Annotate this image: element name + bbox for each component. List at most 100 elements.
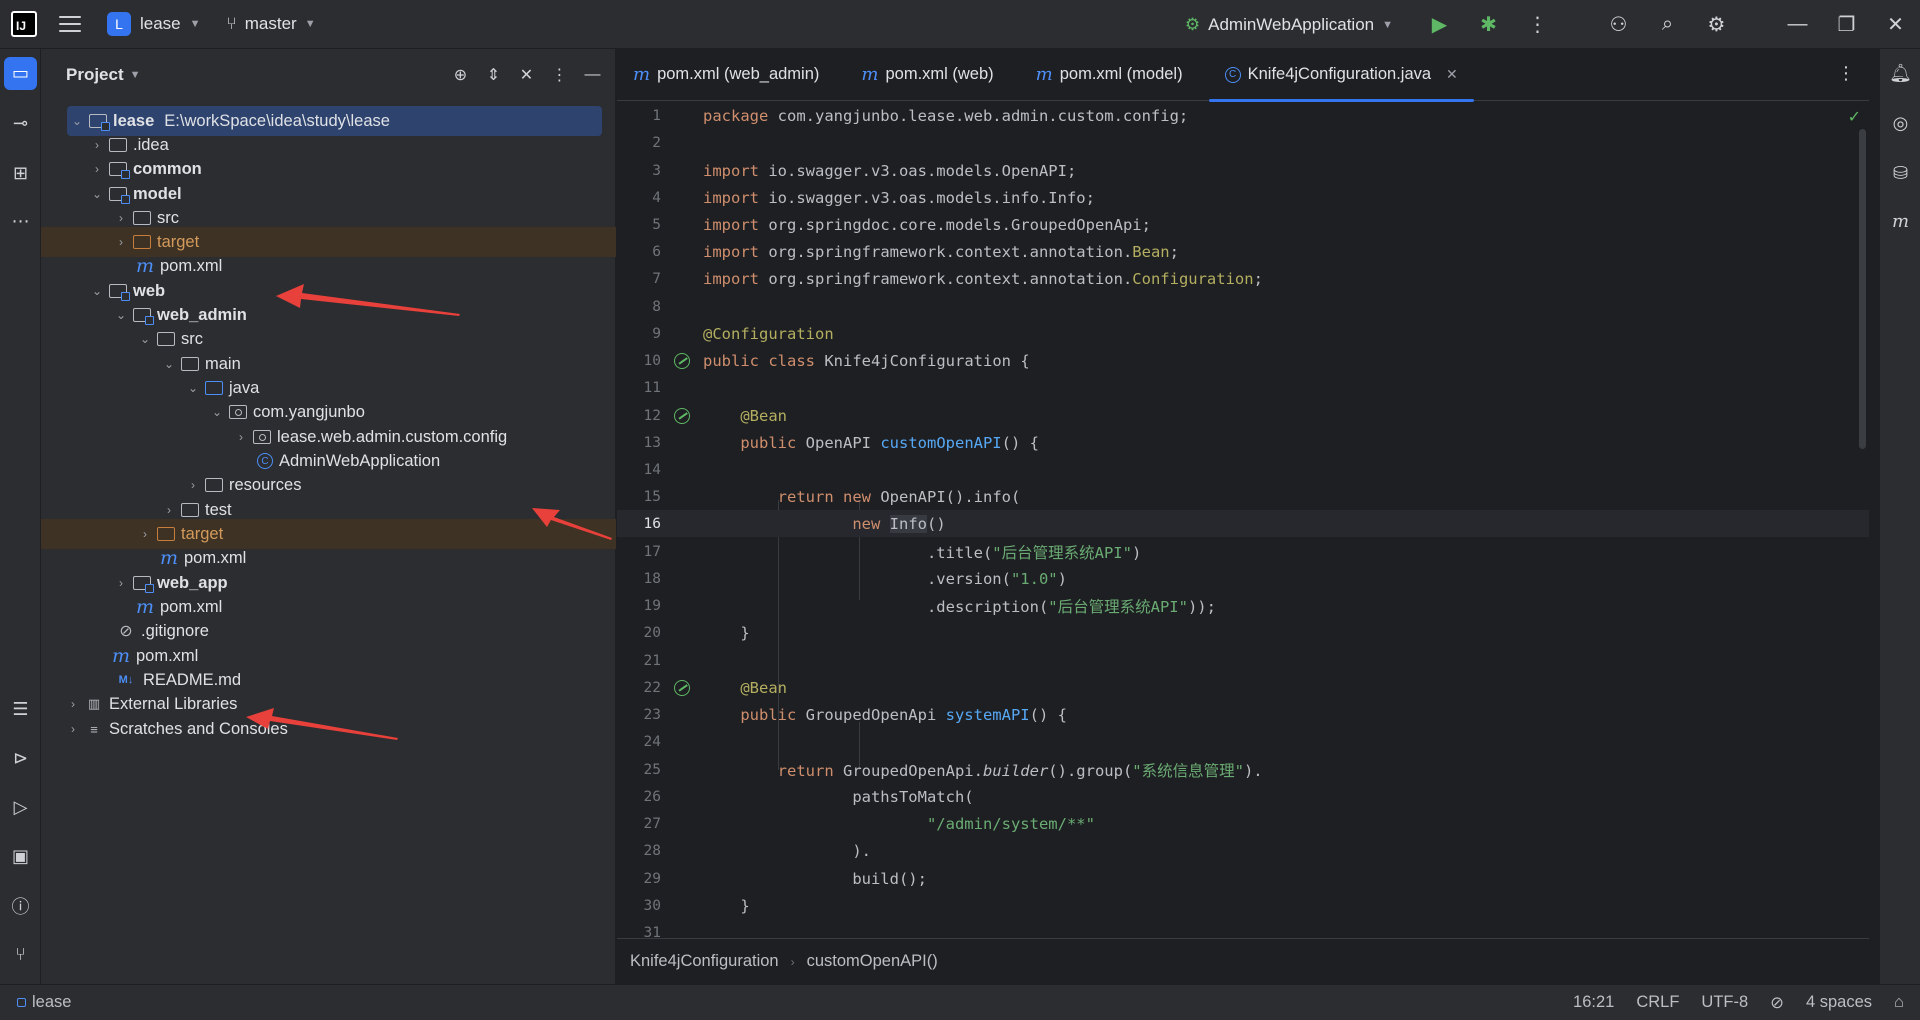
project-panel-title: Project <box>66 65 124 84</box>
expand-all-icon[interactable]: ⇕ <box>479 60 508 89</box>
tree-item-label: test <box>205 500 232 519</box>
code-line: 14 <box>617 456 1869 483</box>
code-token: GroupedOpenApi. <box>833 761 983 780</box>
expand-arrow-icon[interactable]: › <box>113 235 129 249</box>
line-number: 17 <box>643 543 661 560</box>
code-token: .title( <box>926 543 993 562</box>
code-token: () { <box>1029 705 1067 724</box>
expand-arrow-icon[interactable]: ⌄ <box>89 187 105 201</box>
spring-bean-gutter-icon[interactable] <box>674 352 690 369</box>
no-problems-check-icon[interactable]: ✓ <box>1848 107 1861 127</box>
options-icon[interactable]: ⋮ <box>545 60 574 89</box>
breadcrumb-item[interactable]: Knife4jConfiguration <box>630 952 779 971</box>
tab-pom-web[interactable]: m pom.xml (web) <box>845 49 1009 101</box>
run-icon[interactable]: ▶ <box>1415 0 1464 49</box>
lock-icon[interactable]: ⌂ <box>1894 993 1904 1012</box>
expand-arrow-icon[interactable]: › <box>65 697 81 711</box>
ide-logo-icon[interactable]: IJ <box>11 11 37 37</box>
more-actions-icon[interactable]: ⋮ <box>1513 0 1562 49</box>
tree-item-label: web_app <box>157 573 228 592</box>
expand-arrow-icon[interactable]: ⌄ <box>137 332 153 346</box>
line-number: 28 <box>643 842 661 859</box>
commit-icon[interactable]: ⊸ <box>4 107 37 140</box>
tab-options-icon[interactable]: ⋮ <box>1837 63 1855 84</box>
expand-arrow-icon[interactable]: ⌄ <box>69 114 85 128</box>
vcs-branch-switcher[interactable]: ⑂ master ▼ <box>227 14 316 34</box>
maven-icon[interactable]: m <box>1884 205 1917 238</box>
breadcrumb-item[interactable]: customOpenAPI() <box>807 952 938 971</box>
run-configuration-selector[interactable]: ⚙ AdminWebApplication ▼ <box>1185 15 1393 35</box>
tab-pom-model[interactable]: m pom.xml (model) <box>1020 49 1199 101</box>
debug-icon[interactable]: ✱ <box>1464 0 1513 49</box>
editor-scrollbar[interactable] <box>1859 129 1866 449</box>
expand-arrow-icon[interactable]: ⌄ <box>113 308 129 322</box>
expand-arrow-icon[interactable]: › <box>89 162 105 176</box>
expand-arrow-icon[interactable]: › <box>89 138 105 152</box>
locate-file-icon[interactable]: ⊕ <box>446 60 475 89</box>
project-folder-icon[interactable]: ▭ <box>4 57 37 90</box>
indent-setting[interactable]: 4 spaces <box>1806 993 1872 1012</box>
database-icon[interactable]: ⛁ <box>1884 157 1917 190</box>
close-window-icon[interactable]: ✕ <box>1871 0 1920 49</box>
code-line: 30 } <box>617 892 1869 919</box>
structure-icon[interactable]: ⊞ <box>4 157 37 190</box>
more-tools-icon[interactable]: ⋯ <box>4 205 37 238</box>
code-line: 19 .description("后台管理系统API")); <box>617 592 1869 619</box>
tab-knife4j-configuration[interactable]: C Knife4jConfiguration.java ✕ <box>1208 49 1474 102</box>
code-line: 7 import org.springframework.context.anno… <box>617 265 1869 292</box>
tree-item-scratches[interactable]: › ≡ Scratches and Consoles <box>41 714 616 744</box>
git-icon[interactable]: ⑂ <box>4 938 37 971</box>
tree-item-label: pom.xml <box>184 548 247 567</box>
expand-arrow-icon[interactable]: › <box>161 503 177 517</box>
collapse-all-icon[interactable]: ✕ <box>512 60 541 89</box>
line-number: 21 <box>643 652 661 669</box>
breadcrumb: Knife4jConfiguration › customOpenAPI() <box>617 938 1869 984</box>
expand-arrow-icon[interactable]: ⌄ <box>185 381 201 395</box>
readonly-toggle-icon[interactable]: ⊘ <box>1770 993 1784 1013</box>
settings-gear-icon[interactable]: ⚙ <box>1692 0 1741 49</box>
code-line: 29 build(); <box>617 865 1869 892</box>
expand-arrow-icon[interactable]: › <box>185 478 201 492</box>
expand-arrow-icon[interactable]: ⌄ <box>161 357 177 371</box>
notifications-bell-icon[interactable]: 🔔︎ <box>1884 57 1917 90</box>
run-services-icon[interactable]: ⊳ <box>4 742 37 775</box>
expand-arrow-icon[interactable]: › <box>65 722 81 736</box>
expand-arrow-icon[interactable]: ⌄ <box>209 405 225 419</box>
code-token: ). <box>1243 761 1263 780</box>
minimize-icon[interactable]: — <box>1773 0 1822 49</box>
caret-position[interactable]: 16:21 <box>1573 993 1614 1012</box>
expand-arrow-icon[interactable]: ⌄ <box>89 284 105 298</box>
close-tab-icon[interactable]: ✕ <box>1446 66 1458 83</box>
code-token: ) <box>1057 569 1067 588</box>
excluded-folder-icon <box>157 527 175 541</box>
services-icon[interactable]: ☰ <box>4 693 37 726</box>
expand-arrow-icon[interactable]: › <box>113 211 129 225</box>
tab-pom-web-admin[interactable]: m pom.xml (web_admin) <box>617 49 835 101</box>
spring-bean-gutter-icon[interactable] <box>674 679 690 696</box>
run-tool-icon[interactable]: ▷ <box>4 791 37 824</box>
problems-icon[interactable]: ⓘ <box>4 889 37 922</box>
expand-arrow-icon[interactable]: › <box>137 527 153 541</box>
project-switcher[interactable]: L lease ▼ <box>107 12 201 36</box>
maximize-icon[interactable]: ❐ <box>1822 0 1871 49</box>
terminal-icon[interactable]: ▣ <box>4 840 37 873</box>
editor-area: m pom.xml (web_admin) m pom.xml (web) m … <box>617 49 1869 984</box>
scratches-icon: ≡ <box>90 721 98 737</box>
file-encoding[interactable]: UTF-8 <box>1701 993 1748 1012</box>
code-token: Bean <box>1132 242 1170 261</box>
add-user-icon[interactable]: ⚇ <box>1594 0 1643 49</box>
hide-panel-icon[interactable]: — <box>578 60 607 89</box>
search-icon[interactable]: ⌕ <box>1643 0 1692 49</box>
tree-item-label: lease <box>113 111 155 130</box>
tree-item-label: .gitignore <box>141 621 209 640</box>
expand-arrow-icon[interactable]: › <box>113 576 129 590</box>
tree-item-label: target <box>181 524 224 543</box>
expand-arrow-icon[interactable]: › <box>233 430 249 444</box>
code-editor[interactable]: 1 package com.yangjunbo.lease.web.admin.c… <box>617 102 1869 938</box>
spring-bean-gutter-icon[interactable] <box>674 407 690 424</box>
tree-item-path: E:\workSpace\idea\study\lease <box>164 111 390 130</box>
ai-assistant-icon[interactable]: ◎ <box>1884 107 1917 140</box>
status-project[interactable]: lease <box>17 993 71 1012</box>
main-menu-icon[interactable] <box>59 16 81 32</box>
line-separator[interactable]: CRLF <box>1636 993 1679 1012</box>
